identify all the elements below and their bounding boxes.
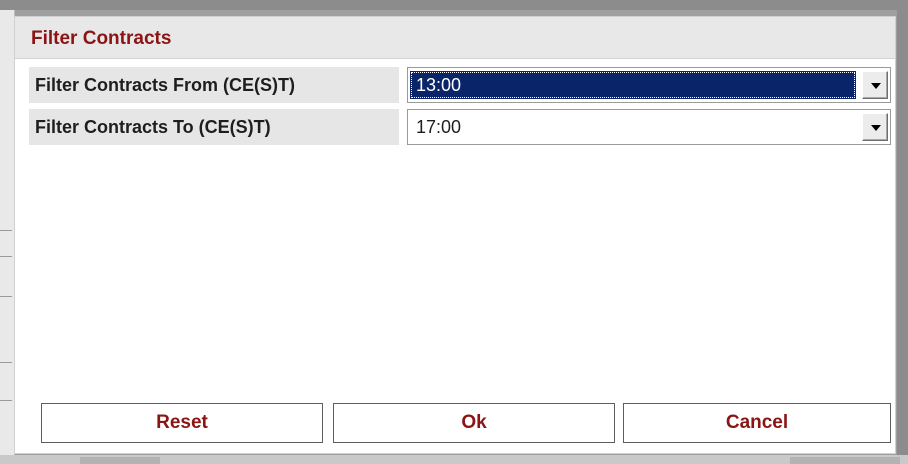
background-divider <box>0 400 12 401</box>
background-divider <box>0 256 12 257</box>
chevron-down-icon <box>871 83 881 89</box>
filter-to-value: 17:00 <box>416 117 462 137</box>
chevron-down-icon <box>871 125 881 131</box>
background-app-left <box>0 10 15 464</box>
reset-button[interactable]: Reset <box>41 403 323 443</box>
background-app-right <box>897 10 908 464</box>
filter-from-row: Filter Contracts From (CE(S)T) 13:00 <box>29 67 891 103</box>
dialog-title: Filter Contracts <box>31 28 172 49</box>
filter-contracts-dialog: Filter Contracts Filter Contracts From (… <box>14 16 896 454</box>
filter-from-value: 13:00 <box>410 71 856 99</box>
background-segment <box>80 457 160 464</box>
background-divider <box>0 296 12 297</box>
background-app-bottom <box>0 455 908 464</box>
background-divider <box>0 230 12 231</box>
filter-to-select[interactable]: 17:00 <box>407 109 891 145</box>
filter-to-label: Filter Contracts To (CE(S)T) <box>35 117 271 137</box>
background-app-top <box>0 0 908 10</box>
ok-button[interactable]: Ok <box>333 403 615 443</box>
filter-from-label-cell: Filter Contracts From (CE(S)T) <box>29 67 399 103</box>
cancel-button[interactable]: Cancel <box>623 403 891 443</box>
filter-from-dropdown-button[interactable] <box>862 71 888 99</box>
filter-to-label-cell: Filter Contracts To (CE(S)T) <box>29 109 399 145</box>
filter-from-select[interactable]: 13:00 <box>407 67 891 103</box>
dialog-title-bar[interactable]: Filter Contracts <box>15 17 895 59</box>
filter-to-dropdown-button[interactable] <box>862 113 888 141</box>
filter-to-row: Filter Contracts To (CE(S)T) 17:00 <box>29 109 891 145</box>
background-segment <box>790 457 900 464</box>
filter-from-label: Filter Contracts From (CE(S)T) <box>35 75 296 95</box>
background-divider <box>0 362 12 363</box>
